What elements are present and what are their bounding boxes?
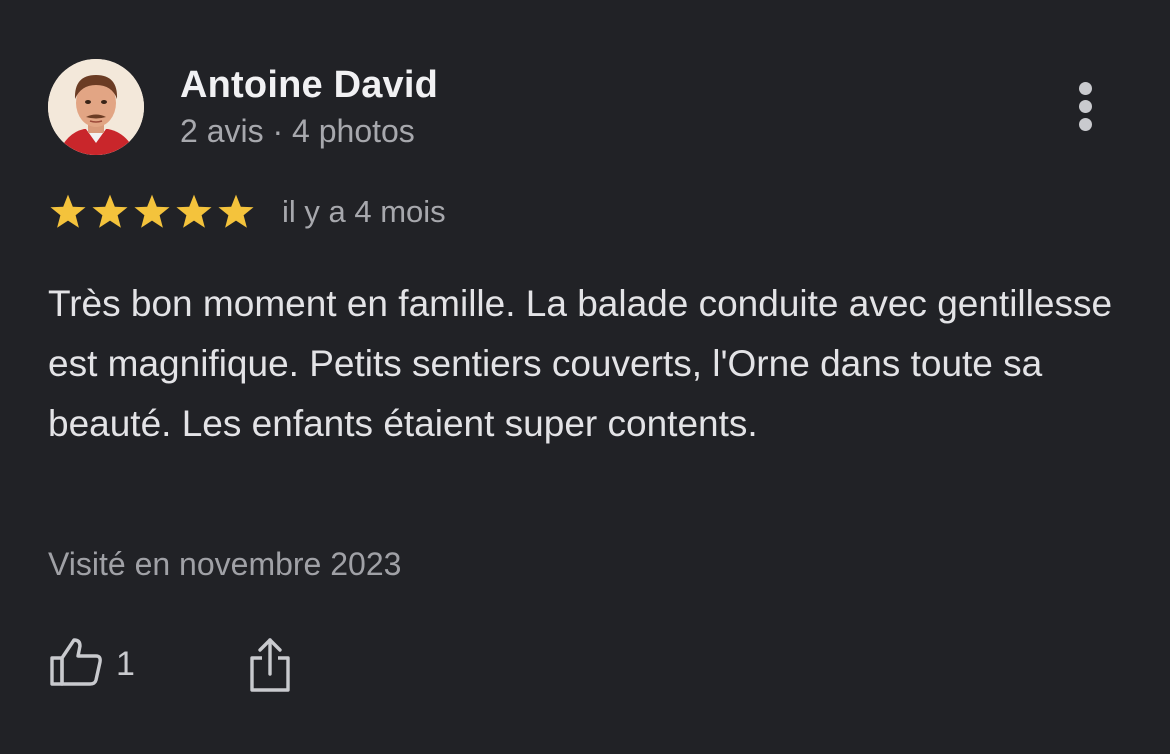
share-icon [244, 638, 296, 698]
more-vertical-icon [1079, 82, 1092, 95]
review-date: il y a 4 mois [282, 194, 446, 229]
star-rating [48, 193, 256, 231]
star-icon [90, 193, 130, 231]
avatar-photo [48, 59, 144, 155]
star-icon [48, 193, 88, 231]
more-vertical-icon [1079, 100, 1092, 113]
review-text: Très bon moment en famille. La balade co… [48, 283, 1113, 444]
star-icon [174, 193, 214, 231]
rating-row: il y a 4 mois [48, 192, 446, 232]
star-icon [132, 193, 172, 231]
visit-date: Visité en novembre 2023 [48, 546, 402, 582]
like-count: 1 [116, 644, 135, 683]
like-button[interactable]: 1 [48, 636, 135, 692]
more-vertical-icon [1079, 118, 1092, 131]
author-meta: 2 avis · 4 photos [180, 113, 415, 149]
star-icon [216, 193, 256, 231]
thumbs-up-icon [48, 636, 104, 693]
author-name[interactable]: Antoine David [180, 64, 438, 107]
share-button[interactable] [244, 636, 296, 694]
review-card: Antoine David 2 avis · 4 photos il y a 4… [0, 0, 1170, 754]
more-options-button[interactable] [1064, 78, 1108, 136]
avatar[interactable] [48, 59, 144, 155]
